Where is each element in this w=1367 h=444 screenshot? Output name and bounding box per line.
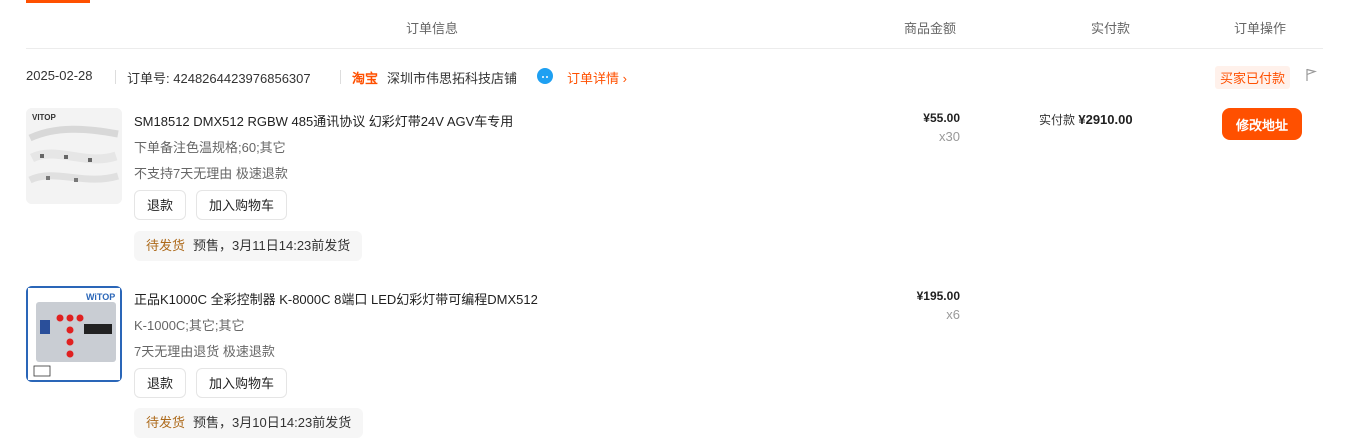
platform-label: 淘宝: [352, 71, 379, 86]
refund-button[interactable]: 退款: [134, 368, 187, 398]
paid-amount: 实付款 ¥2910.00: [1039, 111, 1133, 128]
quantity: x6: [946, 307, 960, 322]
service-tags: 7天无理由退货 极速退款: [134, 344, 275, 359]
service-tags: 不支持7天无理由 极速退款: [134, 166, 288, 181]
thumb-brand: WiTOP: [86, 292, 115, 302]
modify-address-button[interactable]: 修改地址: [1222, 108, 1302, 140]
header-action: 订单操作: [1234, 21, 1287, 36]
order-number-label: 订单号:: [127, 71, 170, 86]
paid-label: 实付款: [1039, 113, 1076, 127]
product-title-link[interactable]: 正品K1000C 全彩控制器 K-8000C 8端口 LED幻彩灯带可编程DMX…: [134, 289, 538, 308]
product-thumbnail[interactable]: VITOP: [26, 108, 122, 204]
order-number: 订单号: 4248264423976856307: [127, 68, 311, 87]
quantity: x30: [939, 129, 960, 144]
order-status-badge: 买家已付款: [1215, 66, 1291, 89]
unit-price: ¥55.00: [923, 111, 960, 125]
order-date: 2025-02-28: [26, 68, 93, 83]
refund-button[interactable]: 退款: [134, 190, 187, 220]
header-divider: [26, 48, 1323, 49]
order-detail-label: 订单详情: [567, 71, 620, 86]
thumb-brand: VITOP: [32, 113, 57, 122]
shipping-status-label: 待发货: [146, 238, 186, 253]
shop-name-link[interactable]: 深圳市伟思拓科技店铺: [387, 68, 517, 87]
chevron-right-icon: ›: [622, 71, 627, 86]
shipping-status-label: 待发货: [146, 415, 186, 430]
active-tab-indicator: [26, 0, 90, 3]
meta-divider: [340, 70, 341, 84]
product-spec: 下单备注色温规格;60;其它: [134, 140, 286, 155]
product-spec: K-1000C;其它;其它: [134, 318, 245, 333]
flag-icon[interactable]: [1305, 68, 1318, 87]
header-paid: 实付款: [1091, 21, 1131, 36]
product-title-link[interactable]: SM18512 DMX512 RGBW 485通讯协议 幻彩灯带24V AGV车…: [134, 111, 513, 130]
shipping-note: 预售，3月11日14:23前发货: [193, 238, 351, 253]
order-detail-link[interactable]: 订单详情 ›: [567, 68, 627, 87]
header-order-info: 订单信息: [406, 21, 459, 36]
unit-price: ¥195.00: [916, 289, 960, 303]
shipping-status: 待发货 预售，3月11日14:23前发货: [134, 231, 363, 261]
meta-divider: [115, 70, 116, 84]
wangwang-chat-icon[interactable]: [537, 68, 553, 84]
paid-value: ¥2910.00: [1078, 112, 1133, 127]
order-number-value: 4248264423976856307: [173, 71, 311, 86]
shipping-note: 预售，3月10日14:23前发货: [193, 415, 352, 430]
add-to-cart-button[interactable]: 加入购物车: [196, 190, 288, 220]
add-to-cart-button[interactable]: 加入购物车: [196, 368, 288, 398]
header-amount: 商品金额: [904, 21, 957, 36]
shipping-status: 待发货 预售，3月10日14:23前发货: [134, 408, 364, 438]
product-thumbnail[interactable]: WiTOP: [26, 286, 122, 382]
